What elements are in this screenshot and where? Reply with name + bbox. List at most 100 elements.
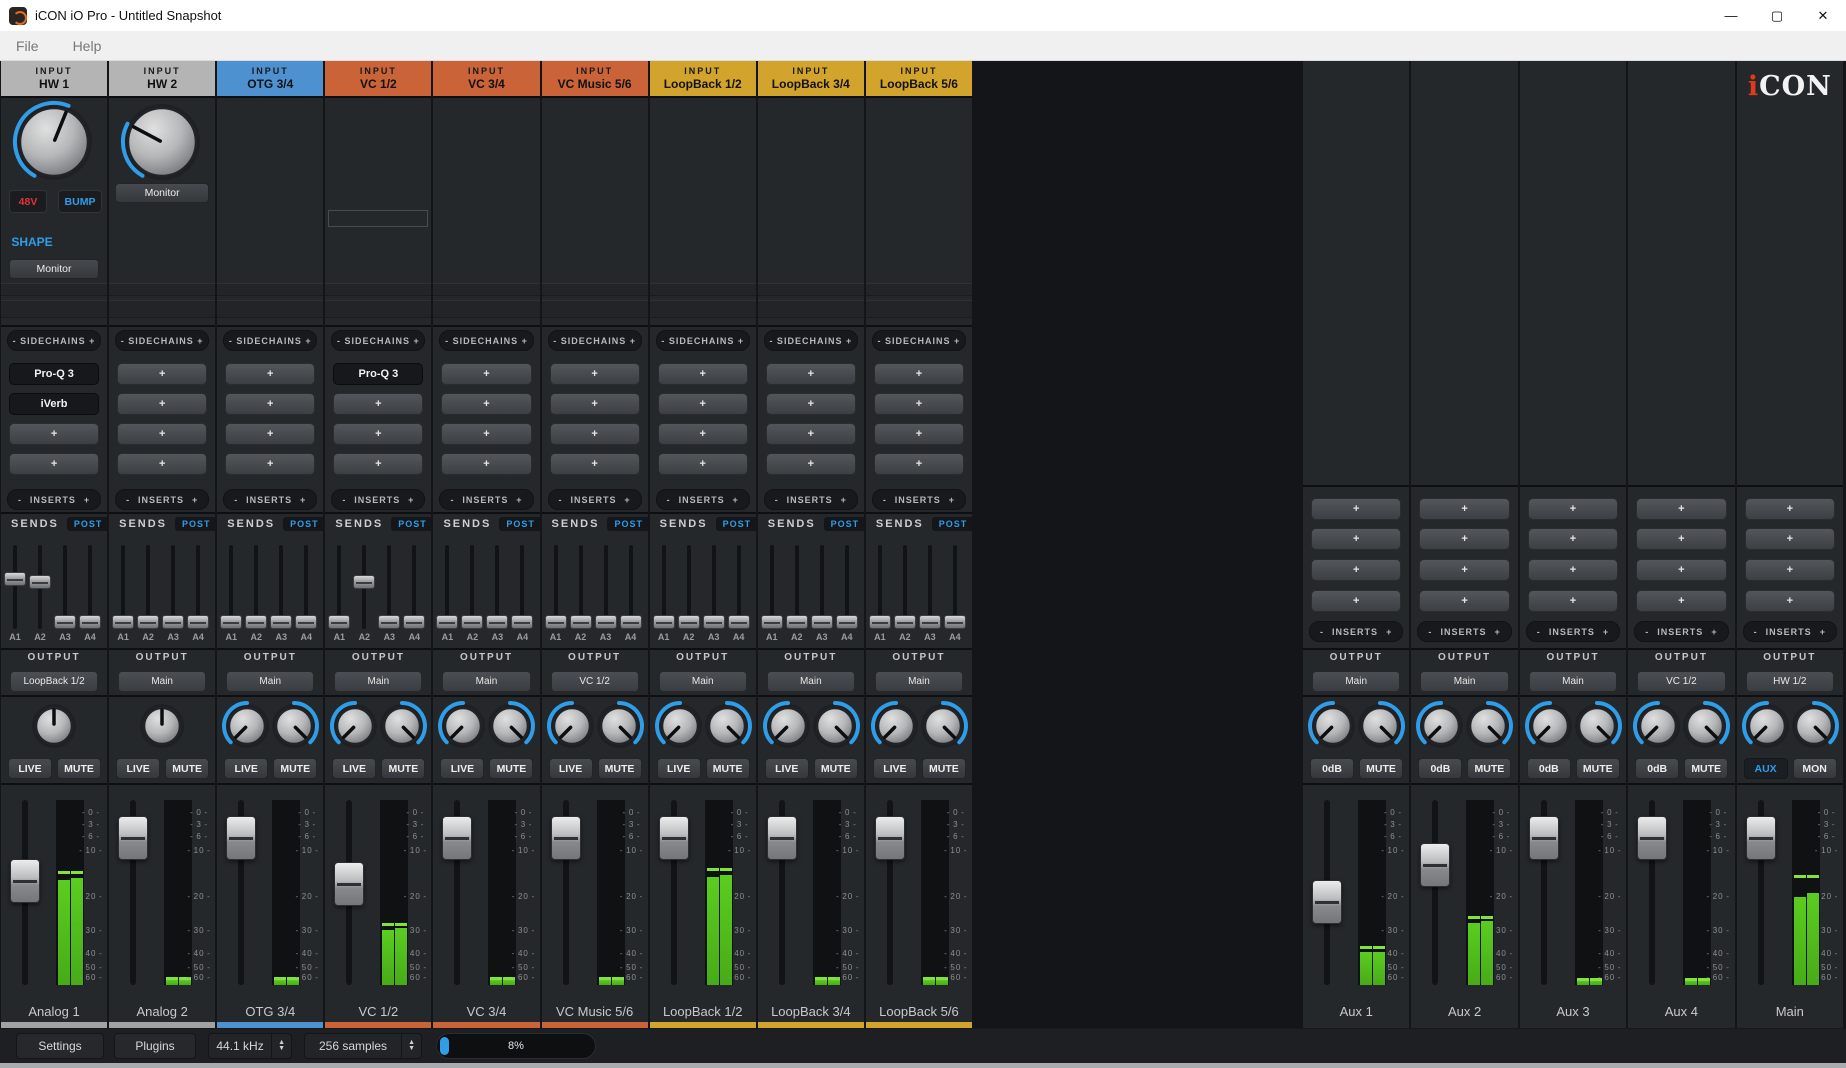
send-fader-handle[interactable] [653,615,675,629]
live-button[interactable]: LIVE [873,758,917,779]
insert-slot-add-button[interactable]: + [658,453,748,475]
send-fader-handle[interactable] [511,615,533,629]
live-button[interactable]: LIVE [440,758,484,779]
insert-slot-add-button[interactable]: + [1636,559,1726,581]
plugins-button[interactable]: Plugins [114,1033,196,1059]
channel-fader-handle[interactable] [1529,816,1559,860]
live-button[interactable]: LIVE [332,758,376,779]
post-toggle[interactable]: POST [175,517,215,531]
preamp-gain-knob[interactable] [12,100,96,184]
pan-knob-left[interactable] [870,700,922,752]
insert-slot-add-button[interactable]: + [1745,498,1835,520]
sample-rate-select[interactable]: 44.1 kHz ▲ ▼ [208,1033,292,1059]
menu-help[interactable]: Help [73,38,102,54]
inserts-minus-button[interactable]: - [1320,627,1324,637]
inserts-pill[interactable]: -INSERTS+ [1417,621,1511,642]
channel-fader-handle[interactable] [551,816,581,860]
inserts-pill[interactable]: -INSERTS+ [331,489,425,510]
post-toggle[interactable]: POST [716,517,756,531]
channel-fader-handle[interactable] [659,816,689,860]
inserts-minus-button[interactable]: - [1428,627,1432,637]
inserts-plus-button[interactable]: + [192,495,198,505]
buffer-size-spinner[interactable]: ▲ ▼ [401,1034,421,1058]
pan-knob-left[interactable] [221,700,273,752]
pan-knob-left[interactable] [1307,700,1359,752]
pan-knob[interactable] [28,700,80,752]
output-selector[interactable]: Main [118,671,206,692]
inserts-plus-button[interactable]: + [408,495,414,505]
live-button[interactable]: LIVE [8,758,52,779]
send-fader-handle[interactable] [545,615,567,629]
send-fader-handle[interactable] [869,615,891,629]
0db-button[interactable]: 0dB [1635,758,1679,779]
send-fader-handle[interactable] [595,615,617,629]
output-selector[interactable]: VC 1/2 [1637,671,1725,692]
live-button[interactable]: LIVE [765,758,809,779]
0db-button[interactable]: 0dB [1310,758,1354,779]
insert-slot-plugin[interactable]: Pro-Q 3 [333,363,423,385]
pan-knob-left[interactable] [654,700,706,752]
inserts-minus-button[interactable]: - [1537,627,1541,637]
insert-slot-add-button[interactable]: + [1745,559,1835,581]
send-fader-handle[interactable] [836,615,858,629]
inserts-minus-button[interactable]: - [1645,627,1649,637]
inserts-plus-button[interactable]: + [1820,627,1826,637]
pan-knob-right[interactable] [268,700,320,752]
inserts-plus-button[interactable]: + [949,495,955,505]
channel-fader-track[interactable] [1432,800,1438,985]
inserts-pill[interactable]: -INSERTS+ [1743,621,1837,642]
pan-knob-left[interactable] [546,700,598,752]
insert-slot-plugin[interactable]: Pro-Q 3 [9,363,99,385]
send-fader-handle[interactable] [353,575,375,589]
sidechains-pill[interactable]: - SIDECHAINS + [7,330,101,351]
mute-button[interactable]: MUTE [381,758,425,779]
inserts-minus-button[interactable]: - [342,495,346,505]
insert-slot-add-button[interactable]: + [333,423,423,445]
maximize-button[interactable]: ▢ [1754,0,1800,31]
insert-slot-add-button[interactable]: + [1419,590,1509,612]
inserts-minus-button[interactable]: - [667,495,671,505]
insert-slot-add-button[interactable]: + [1311,590,1401,612]
insert-slot-add-button[interactable]: + [333,453,423,475]
send-fader-handle[interactable] [620,615,642,629]
preamp-gain-knob[interactable] [120,100,204,184]
insert-slot-add-button[interactable]: + [225,423,315,445]
send-fader-handle[interactable] [187,615,209,629]
live-button[interactable]: LIVE [224,758,268,779]
insert-slot-add-button[interactable]: + [1311,559,1401,581]
output-selector[interactable]: Main [659,671,747,692]
pan-knob-left[interactable] [437,700,489,752]
mon-button[interactable]: MON [1793,758,1837,779]
pan-knob-left[interactable] [762,700,814,752]
insert-slot-add-button[interactable]: + [225,453,315,475]
insert-slot-add-button[interactable]: + [441,393,531,415]
monitor-button[interactable]: Monitor [9,259,99,279]
inserts-plus-button[interactable]: + [1711,627,1717,637]
send-fader-handle[interactable] [678,615,700,629]
sample-rate-spinner[interactable]: ▲ ▼ [271,1034,291,1058]
inserts-pill[interactable]: -INSERTS+ [1526,621,1620,642]
channel-fader-handle[interactable] [442,816,472,860]
insert-slot-add-button[interactable]: + [333,393,423,415]
mute-button[interactable]: MUTE [1684,758,1728,779]
mute-button[interactable]: MUTE [165,758,209,779]
sidechains-pill[interactable]: - SIDECHAINS + [656,330,750,351]
pan-knob-right[interactable] [1788,700,1840,752]
pan-knob-left[interactable] [1415,700,1467,752]
insert-slot-add-button[interactable]: + [9,423,99,445]
insert-slot-plugin[interactable]: iVerb [9,393,99,415]
post-toggle[interactable]: POST [67,517,107,531]
insert-slot-add-button[interactable]: + [1528,590,1618,612]
pan-knob-right[interactable] [701,700,753,752]
inserts-plus-button[interactable]: + [1603,627,1609,637]
pan-knob-left[interactable] [1524,700,1576,752]
bump-button[interactable]: BUMP [58,190,102,213]
send-fader-handle[interactable] [295,615,317,629]
send-fader-handle[interactable] [919,615,941,629]
send-fader-handle[interactable] [29,575,51,589]
insert-slot-add-button[interactable]: + [1636,498,1726,520]
inserts-minus-button[interactable]: - [18,495,22,505]
send-fader-handle[interactable] [4,572,26,586]
inserts-plus-button[interactable]: + [84,495,90,505]
insert-slot-add-button[interactable]: + [441,363,531,385]
